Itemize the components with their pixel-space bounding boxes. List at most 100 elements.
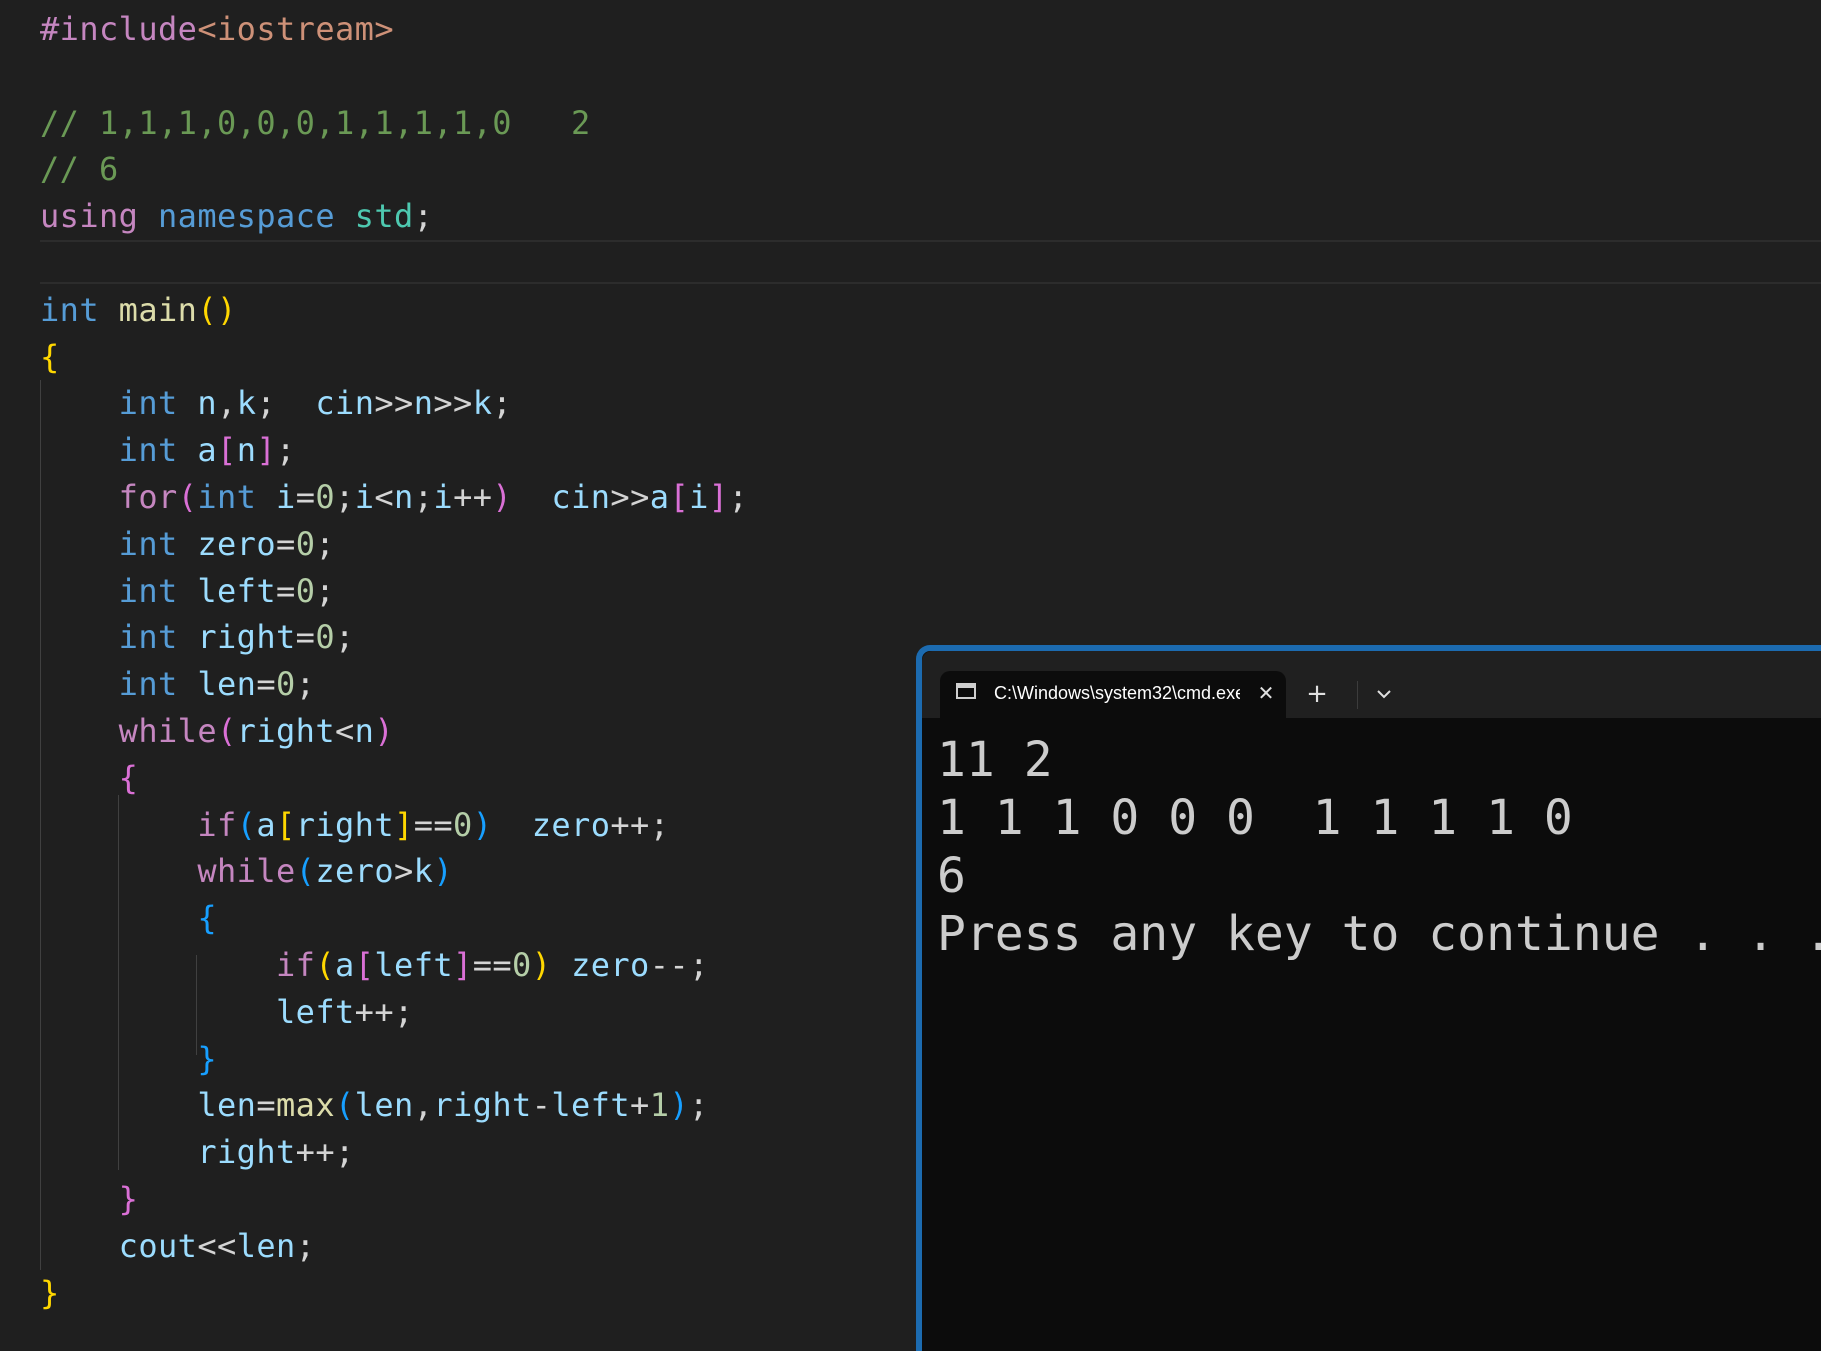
code-token: a <box>197 431 218 470</box>
code-line: using namespace std; <box>40 193 433 240</box>
code-line: if(a[right]==0) zero++; <box>40 802 669 849</box>
code-token: ++ <box>295 1133 335 1172</box>
code-token: , <box>217 384 237 423</box>
code-line: // 6 <box>40 146 119 193</box>
code-token: int <box>118 665 178 704</box>
code-token: ( <box>236 805 257 844</box>
code-token: k <box>413 852 434 891</box>
code-line: while(right<n) <box>40 708 394 755</box>
code-token: ) <box>492 478 513 516</box>
code-token: a <box>256 805 277 844</box>
code-token: right <box>236 712 335 750</box>
code-token: == <box>472 946 513 984</box>
code-token: ] <box>394 805 414 844</box>
new-tab-button[interactable]: + <box>1302 677 1332 711</box>
code-line: int a[n]; <box>40 427 296 474</box>
code-token: ; <box>413 478 434 516</box>
code-token: , <box>413 1086 434 1125</box>
code-line: int right=0; <box>40 614 355 661</box>
code-token: i <box>689 478 709 516</box>
code-token: // 1,1,1,0,0,0,1,1,1,1,0 2 <box>40 103 591 142</box>
code-token: cin <box>551 478 611 516</box>
code-token: left <box>197 571 277 610</box>
code-token: int <box>118 524 178 563</box>
code-token: for <box>118 478 178 516</box>
code-token: 0 <box>512 946 532 984</box>
code-token: main <box>118 290 198 329</box>
code-line: // 1,1,1,0,0,0,1,1,1,1,0 2 <box>40 100 591 147</box>
code-token: 0 <box>315 618 336 657</box>
code-token: ; <box>689 1086 709 1125</box>
code-token: ( <box>217 712 237 750</box>
code-token: k <box>236 384 257 423</box>
code-token: if <box>276 946 316 984</box>
code-token: ( <box>177 478 198 516</box>
code-token: i <box>433 478 454 516</box>
terminal-tab-title: C:\Windows\system32\cmd.exe <box>994 683 1240 703</box>
code-token: = <box>256 1086 276 1125</box>
code-token: <iostream> <box>197 10 394 48</box>
chevron-down-icon[interactable] <box>1369 677 1399 711</box>
code-token: 0 <box>453 805 473 844</box>
code-token: a <box>335 946 355 984</box>
code-token: + <box>630 1086 650 1125</box>
code-line: while(zero>k) <box>40 848 453 895</box>
terminal-output[interactable]: 11 2 1 1 1 0 0 0 1 1 1 1 0 6 Press any k… <box>937 731 1821 1351</box>
code-token: { <box>40 337 60 376</box>
code-token: ; <box>295 665 316 704</box>
code-line: { <box>40 334 60 381</box>
code-token: len <box>236 1226 296 1265</box>
code-token: ) <box>472 805 493 844</box>
code-token: [ <box>354 946 375 984</box>
code-token: int <box>197 478 257 516</box>
code-token: == <box>413 805 454 844</box>
code-token: >> <box>610 478 650 516</box>
code-token: ] <box>453 946 473 984</box>
code-token: // 6 <box>40 150 119 189</box>
code-token: i <box>276 478 296 516</box>
code-token: ; <box>728 478 749 516</box>
code-token: = <box>295 618 316 657</box>
code-token: int <box>118 618 178 657</box>
code-token: #include <box>40 10 198 48</box>
terminal-window[interactable]: C:\Windows\system32\cmd.exe ✕ + 11 2 1 1… <box>916 645 1821 1351</box>
code-token: } <box>40 1273 60 1312</box>
code-line: int main() <box>40 287 237 334</box>
code-token: while <box>197 852 296 891</box>
code-token: 0 <box>295 571 316 610</box>
code-token: ; <box>413 197 434 236</box>
close-tab-icon[interactable]: ✕ <box>1254 679 1278 707</box>
code-line: right++; <box>40 1129 355 1176</box>
code-token: ; <box>689 946 709 984</box>
terminal-tab[interactable]: C:\Windows\system32\cmd.exe ✕ <box>940 671 1286 718</box>
code-token: -- <box>649 946 690 984</box>
code-token: ; <box>492 384 513 423</box>
code-token: >> <box>433 384 473 423</box>
code-token: n <box>413 384 434 423</box>
code-token: right <box>197 618 296 657</box>
code-token: max <box>276 1086 335 1125</box>
code-line: left++; <box>40 989 414 1036</box>
code-token: } <box>118 1180 139 1218</box>
code-token: ] <box>256 431 277 470</box>
code-line: for(int i=0;i<n;i++) cin>>a[i]; <box>40 474 748 521</box>
code-token: { <box>118 758 139 797</box>
titlebar-divider <box>1357 681 1358 709</box>
code-token: std <box>354 197 414 236</box>
code-token: { <box>197 899 217 938</box>
terminal-titlebar[interactable]: C:\Windows\system32\cmd.exe ✕ + <box>922 651 1821 718</box>
terminal-output-line: 6 <box>937 848 966 904</box>
